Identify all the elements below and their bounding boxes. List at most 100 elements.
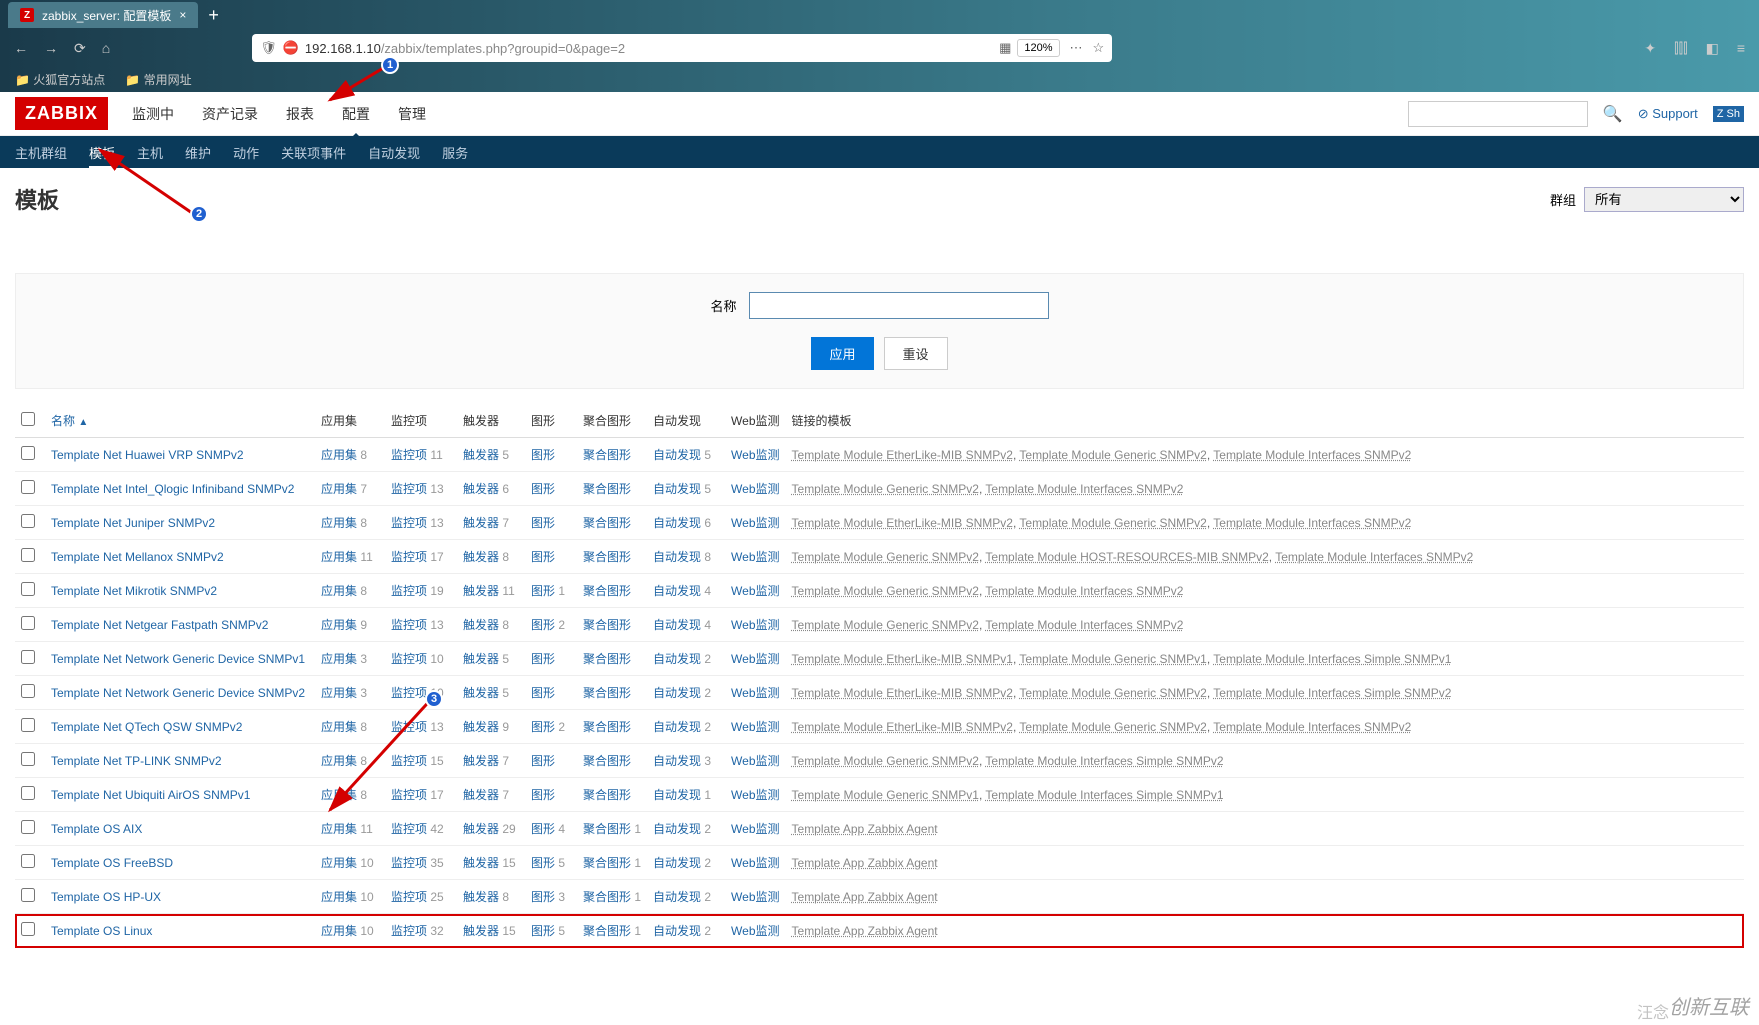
triggers-link[interactable]: 触发器 — [463, 720, 499, 734]
graphs-link[interactable]: 图形 — [531, 584, 555, 598]
template-name-link[interactable]: Template Net Mellanox SNMPv2 — [51, 550, 224, 564]
nav-reports[interactable]: 报表 — [282, 92, 318, 136]
row-checkbox[interactable] — [21, 922, 35, 936]
discovery-link[interactable]: 自动发现 — [653, 754, 701, 768]
template-name-link[interactable]: Template OS FreeBSD — [51, 856, 173, 870]
linked-template[interactable]: Template Module Interfaces Simple SNMPv2 — [985, 754, 1223, 768]
web-link[interactable]: Web监测 — [731, 686, 779, 700]
row-checkbox[interactable] — [21, 684, 35, 698]
web-link[interactable]: Web监测 — [731, 482, 779, 496]
items-link[interactable]: 监控项 — [391, 788, 427, 802]
screens-link[interactable]: 聚合图形 — [583, 720, 631, 734]
items-link[interactable]: 监控项 — [391, 618, 427, 632]
row-checkbox[interactable] — [21, 616, 35, 630]
select-all-checkbox[interactable] — [21, 412, 35, 426]
template-name-link[interactable]: Template Net Netgear Fastpath SNMPv2 — [51, 618, 268, 632]
apps-link[interactable]: 应用集 — [321, 482, 357, 496]
screens-link[interactable]: 聚合图形 — [583, 924, 631, 938]
extension-icon[interactable]: ✦ — [1640, 36, 1660, 61]
zabbix-logo[interactable]: ZABBIX — [15, 97, 108, 130]
share-icon[interactable]: Z Sh — [1713, 106, 1744, 122]
apps-link[interactable]: 应用集 — [321, 652, 357, 666]
triggers-link[interactable]: 触发器 — [463, 516, 499, 530]
linked-template[interactable]: Template Module Interfaces Simple SNMPv1 — [985, 788, 1223, 802]
triggers-link[interactable]: 触发器 — [463, 890, 499, 904]
support-link[interactable]: ⊘ Support — [1638, 106, 1698, 122]
linked-template[interactable]: Template Module Interfaces SNMPv2 — [1213, 720, 1411, 734]
linked-template[interactable]: Template App Zabbix Agent — [792, 822, 938, 836]
template-name-link[interactable]: Template OS AIX — [51, 822, 142, 836]
triggers-link[interactable]: 触发器 — [463, 856, 499, 870]
items-link[interactable]: 监控项 — [391, 822, 427, 836]
web-link[interactable]: Web监测 — [731, 652, 779, 666]
screens-link[interactable]: 聚合图形 — [583, 856, 631, 870]
web-link[interactable]: Web监测 — [731, 720, 779, 734]
web-link[interactable]: Web监测 — [731, 448, 779, 462]
graphs-link[interactable]: 图形 — [531, 856, 555, 870]
apps-link[interactable]: 应用集 — [321, 550, 357, 564]
discovery-link[interactable]: 自动发现 — [653, 584, 701, 598]
row-checkbox[interactable] — [21, 820, 35, 834]
items-link[interactable]: 监控项 — [391, 482, 427, 496]
bookmark-item[interactable]: 📁 常用网址 — [125, 71, 191, 88]
template-name-link[interactable]: Template OS HP-UX — [51, 890, 161, 904]
discovery-link[interactable]: 自动发现 — [653, 924, 701, 938]
apps-link[interactable]: 应用集 — [321, 822, 357, 836]
graphs-link[interactable]: 图形 — [531, 516, 555, 530]
screens-link[interactable]: 聚合图形 — [583, 584, 631, 598]
search-icon[interactable]: 🔍 — [1603, 104, 1623, 124]
web-link[interactable]: Web监测 — [731, 550, 779, 564]
linked-template[interactable]: Template Module EtherLike-MIB SNMPv2 — [792, 516, 1013, 530]
web-link[interactable]: Web监测 — [731, 924, 779, 938]
linked-template[interactable]: Template Module Generic SNMPv2 — [792, 550, 979, 564]
triggers-link[interactable]: 触发器 — [463, 550, 499, 564]
browser-tab[interactable]: Z zabbix_server: 配置模板 × — [8, 2, 198, 28]
linked-template[interactable]: Template App Zabbix Agent — [792, 856, 938, 870]
web-link[interactable]: Web监测 — [731, 754, 779, 768]
web-link[interactable]: Web监测 — [731, 584, 779, 598]
linked-template[interactable]: Template Module EtherLike-MIB SNMPv1 — [792, 652, 1013, 666]
triggers-link[interactable]: 触发器 — [463, 482, 499, 496]
graphs-link[interactable]: 图形 — [531, 652, 555, 666]
sidebar-icon[interactable]: ◧ — [1702, 36, 1723, 61]
web-link[interactable]: Web监测 — [731, 890, 779, 904]
bookmark-star-icon[interactable]: ☆ — [1093, 40, 1105, 56]
row-checkbox[interactable] — [21, 480, 35, 494]
linked-template[interactable]: Template Module Generic SNMPv1 — [792, 788, 979, 802]
row-checkbox[interactable] — [21, 650, 35, 664]
group-select[interactable]: 所有 — [1584, 187, 1744, 212]
shield-icon[interactable]: 🛡 — [260, 40, 277, 56]
apps-link[interactable]: 应用集 — [321, 618, 357, 632]
screens-link[interactable]: 聚合图形 — [583, 890, 631, 904]
nav-configuration[interactable]: 配置 — [338, 92, 374, 136]
row-checkbox[interactable] — [21, 752, 35, 766]
triggers-link[interactable]: 触发器 — [463, 584, 499, 598]
apps-link[interactable]: 应用集 — [321, 856, 357, 870]
template-name-link[interactable]: Template Net Mikrotik SNMPv2 — [51, 584, 217, 598]
screens-link[interactable]: 聚合图形 — [583, 550, 631, 564]
items-link[interactable]: 监控项 — [391, 652, 427, 666]
template-name-link[interactable]: Template OS Linux — [51, 924, 152, 938]
linked-template[interactable]: Template Module Interfaces Simple SNMPv1 — [1213, 652, 1451, 666]
web-link[interactable]: Web监测 — [731, 822, 779, 836]
graphs-link[interactable]: 图形 — [531, 754, 555, 768]
row-checkbox[interactable] — [21, 514, 35, 528]
web-link[interactable]: Web监测 — [731, 618, 779, 632]
items-link[interactable]: 监控项 — [391, 890, 427, 904]
home-icon[interactable]: ⌂ — [98, 36, 114, 60]
linked-template[interactable]: Template App Zabbix Agent — [792, 890, 938, 904]
forward-icon[interactable]: → — [40, 36, 62, 60]
template-name-link[interactable]: Template Net QTech QSW SNMPv2 — [51, 720, 242, 734]
discovery-link[interactable]: 自动发现 — [653, 720, 701, 734]
apps-link[interactable]: 应用集 — [321, 720, 357, 734]
linked-template[interactable]: Template Module EtherLike-MIB SNMPv2 — [792, 720, 1013, 734]
triggers-link[interactable]: 触发器 — [463, 924, 499, 938]
screens-link[interactable]: 聚合图形 — [583, 448, 631, 462]
linked-template[interactable]: Template Module Interfaces Simple SNMPv2 — [1213, 686, 1451, 700]
subnav-actions[interactable]: 动作 — [233, 136, 259, 169]
discovery-link[interactable]: 自动发现 — [653, 788, 701, 802]
linked-template[interactable]: Template Module Generic SNMPv2 — [792, 754, 979, 768]
nav-administration[interactable]: 管理 — [394, 92, 430, 136]
graphs-link[interactable]: 图形 — [531, 924, 555, 938]
graphs-link[interactable]: 图形 — [531, 720, 555, 734]
